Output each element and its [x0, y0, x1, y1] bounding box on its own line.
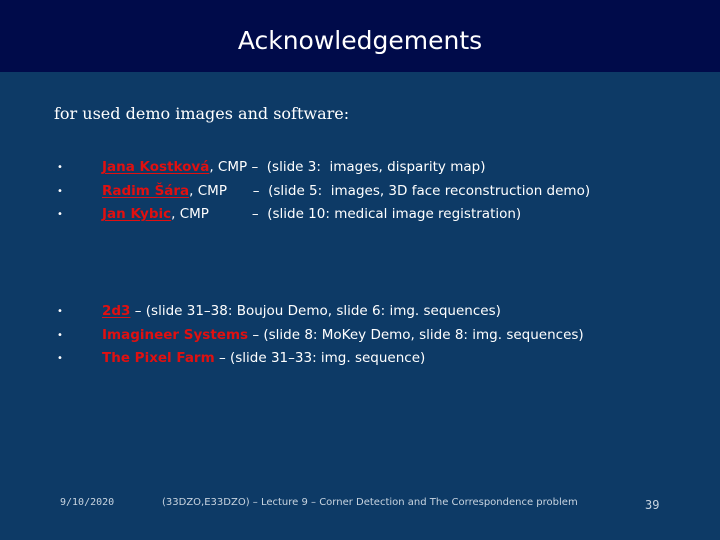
companies-list: • 2d3 – (slide 31–38: Boujou Demo, slide… — [0, 300, 584, 371]
credit-description: (slide 5: images, 3D face reconstruction… — [268, 182, 591, 199]
bullet: • — [57, 185, 63, 197]
people-list: • Jana Kostková, CMP – (slide 3: images,… — [0, 156, 590, 227]
company-name: Imagineer Systems — [102, 326, 249, 343]
bullet: • — [57, 329, 63, 341]
separator: – — [247, 159, 267, 175]
slide-number: 39 — [645, 498, 660, 512]
credit-description: (slide 10: medical image registration) — [267, 206, 522, 222]
affiliation: , CMP — [189, 182, 227, 199]
company-name-link[interactable]: 2d3 — [102, 303, 130, 319]
bullet: • — [57, 209, 63, 220]
credit-description: (slide 3: images, disparity map) — [266, 159, 486, 175]
separator: – — [226, 182, 269, 199]
credit-description: – (slide 31–33: img. sequence) — [214, 350, 426, 366]
list-item: • 2d3 – (slide 31–38: Boujou Demo, slide… — [0, 300, 501, 324]
bullet: • — [57, 162, 63, 173]
footer-date: 9/10/2020 — [60, 497, 115, 508]
title-bar: Acknowledgements — [0, 0, 720, 72]
intro-text: for used demo images and software: — [54, 104, 350, 123]
bullet: • — [57, 306, 63, 317]
affiliation: , CMP — [209, 159, 248, 175]
list-item: • Radim Šára, CMP – (slide 5: images, 3D… — [0, 180, 590, 204]
footer-course: (33DZO,E33DZO) – Lecture 9 – Corner Dete… — [162, 497, 578, 508]
person-name-link[interactable]: Jan Kybic — [102, 206, 171, 222]
bullet: • — [57, 353, 63, 364]
company-name: The Pixel Farm — [102, 350, 215, 366]
credit-description: – (slide 8: MoKey Demo, slide 8: img. se… — [248, 326, 584, 343]
affiliation: , CMP — [171, 206, 209, 222]
credit-description: – (slide 31–38: Boujou Demo, slide 6: im… — [130, 303, 501, 319]
list-item: • Jana Kostková, CMP – (slide 3: images,… — [0, 156, 485, 180]
person-name-link[interactable]: Radim Šára — [102, 183, 189, 199]
list-item: • The Pixel Farm – (slide 31–33: img. se… — [0, 347, 425, 371]
separator: – — [208, 206, 268, 222]
person-name-link[interactable]: Jana Kostková — [102, 159, 209, 175]
list-item: • Imagineer Systems – (slide 8: MoKey De… — [0, 324, 584, 348]
list-item: • Jan Kybic, CMP – (slide 10: medical im… — [0, 203, 521, 227]
slide-title: Acknowledgements — [237, 25, 483, 55]
